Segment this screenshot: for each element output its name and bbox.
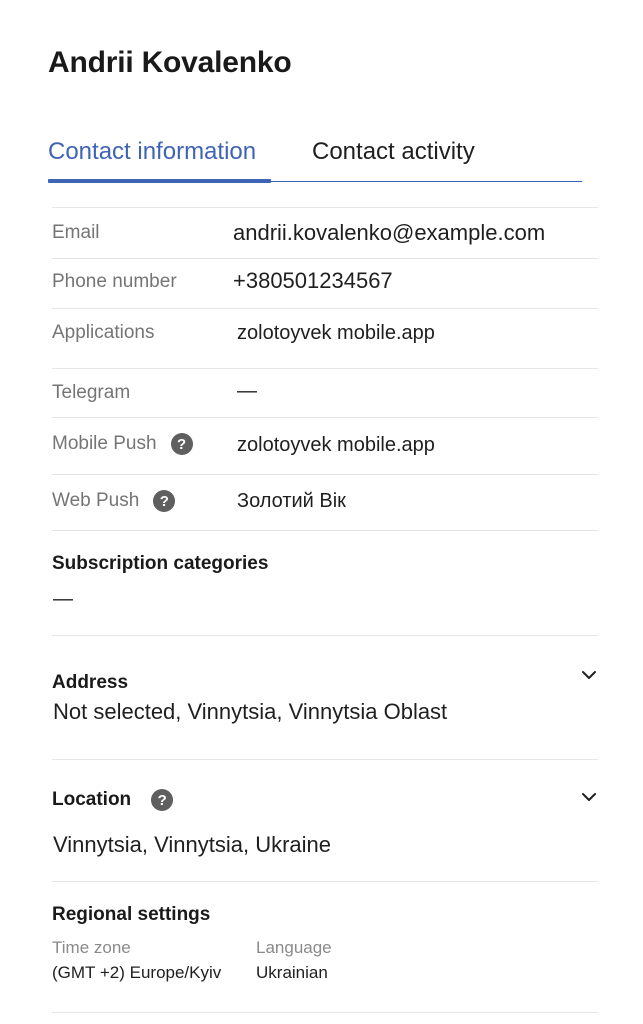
phone-value[interactable]: +380501234567 xyxy=(233,268,393,294)
phone-label: Phone number xyxy=(52,271,177,292)
applications-value: zolotoyvek mobile.app xyxy=(237,322,435,344)
divider xyxy=(52,759,598,760)
tab-bar: Contact information Contact activity xyxy=(48,136,582,183)
location-title: Location ? xyxy=(52,789,174,811)
language-label: Language xyxy=(256,938,332,957)
subscription-categories-title: Subscription categories xyxy=(52,553,269,574)
web-push-label: Web Push ? xyxy=(52,490,176,512)
telegram-label: Telegram xyxy=(52,382,131,403)
language-value: Ukrainian xyxy=(256,963,328,982)
mobile-push-value: zolotoyvek mobile.app xyxy=(237,434,435,456)
telegram-value: — xyxy=(237,380,257,402)
divider xyxy=(52,1012,598,1013)
address-value: Not selected, Vinnytsia, Vinnytsia Oblas… xyxy=(53,699,448,724)
page-title: Andrii Kovalenko xyxy=(48,46,292,79)
divider xyxy=(52,417,598,418)
help-icon[interactable]: ? xyxy=(153,490,176,512)
location-value: Vinnytsia, Vinnytsia, Ukraine xyxy=(53,832,331,857)
active-tab-indicator xyxy=(48,179,271,183)
chevron-down-icon[interactable] xyxy=(580,788,598,806)
applications-label: Applications xyxy=(52,322,155,343)
divider xyxy=(52,474,598,475)
email-value[interactable]: andrii.kovalenko@example.com xyxy=(233,220,545,246)
chevron-down-icon[interactable] xyxy=(580,666,598,684)
subscription-categories-value: — xyxy=(53,588,73,610)
timezone-label: Time zone xyxy=(52,938,131,957)
divider xyxy=(52,881,598,882)
divider xyxy=(52,258,598,259)
divider xyxy=(52,308,598,309)
help-icon[interactable]: ? xyxy=(151,789,174,811)
tab-contact-information[interactable]: Contact information xyxy=(48,136,256,168)
web-push-value: Золотий Вік xyxy=(237,490,346,512)
divider xyxy=(52,530,598,531)
address-title: Address xyxy=(52,672,129,693)
tab-contact-activity[interactable]: Contact activity xyxy=(312,136,475,168)
regional-settings-title: Regional settings xyxy=(52,904,211,925)
timezone-value: (GMT +2) Europe/Kyiv xyxy=(52,963,222,982)
mobile-push-label: Mobile Push ? xyxy=(52,433,193,455)
divider xyxy=(52,207,598,208)
divider xyxy=(52,635,598,636)
help-icon[interactable]: ? xyxy=(170,433,193,455)
email-label: Email xyxy=(52,222,100,243)
divider xyxy=(52,368,598,369)
